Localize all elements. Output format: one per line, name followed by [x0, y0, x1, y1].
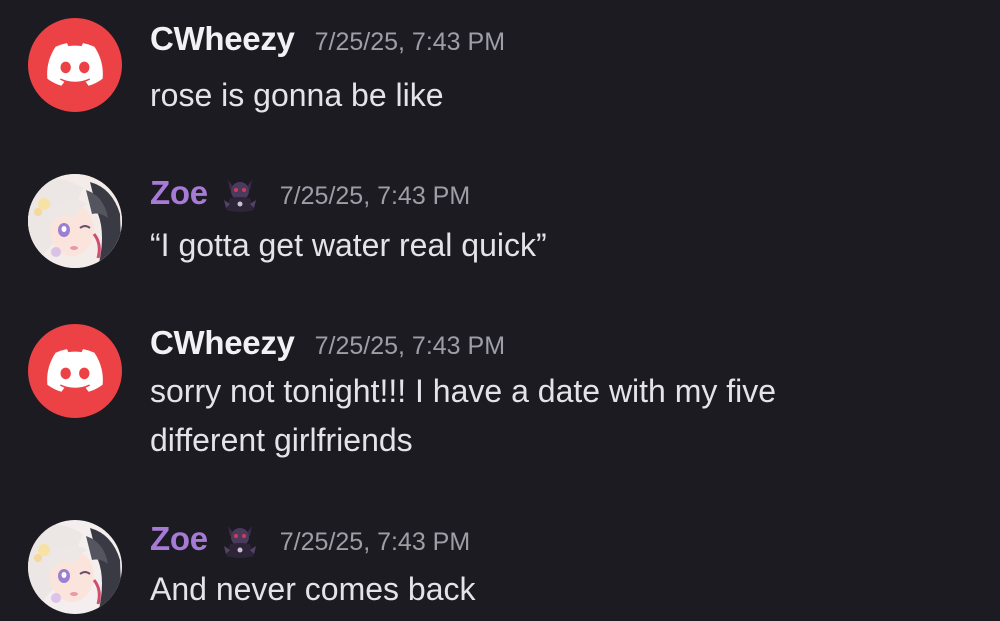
- message-line: sorry not tonight!!! I have a date with …: [150, 373, 777, 409]
- message-content: sorry not tonight!!! I have a date with …: [150, 367, 970, 465]
- message-header: Zoe 7/25/25, 7:43 PM: [150, 174, 470, 214]
- message-line: And never comes back: [150, 571, 476, 607]
- avatar[interactable]: [28, 174, 122, 268]
- avatar[interactable]: [28, 18, 122, 112]
- message-header: CWheezy 7/25/25, 7:43 PM: [150, 324, 505, 362]
- message-line: “I gotta get water real quick”: [150, 227, 547, 263]
- username[interactable]: CWheezy: [150, 20, 295, 58]
- message-header: CWheezy 7/25/25, 7:43 PM: [150, 20, 505, 58]
- username[interactable]: Zoe: [150, 174, 208, 212]
- anime-girl-avatar: [28, 174, 122, 268]
- timestamp: 7/25/25, 7:43 PM: [279, 528, 471, 556]
- username[interactable]: CWheezy: [150, 324, 295, 362]
- message-line: different girlfriends: [150, 422, 413, 458]
- anime-girl-avatar: [28, 520, 122, 614]
- timestamp: 7/25/25, 7:43 PM: [279, 182, 471, 210]
- message-content: rose is gonna be like: [150, 71, 970, 120]
- message-header: Zoe 7/25/25, 7:43 PM: [150, 520, 470, 560]
- timestamp: 7/25/25, 7:43 PM: [314, 28, 506, 56]
- username[interactable]: Zoe: [150, 520, 208, 558]
- message-content: “I gotta get water real quick”: [150, 221, 970, 270]
- avatar[interactable]: [28, 324, 122, 418]
- message-line: rose is gonna be like: [150, 77, 444, 113]
- discord-logo-icon: [47, 349, 103, 392]
- demon-chibi-badge-icon[interactable]: [220, 520, 260, 560]
- message-content: And never comes back: [150, 565, 970, 614]
- timestamp: 7/25/25, 7:43 PM: [314, 332, 506, 360]
- avatar[interactable]: [28, 520, 122, 614]
- demon-chibi-badge-icon[interactable]: [220, 174, 260, 214]
- discord-logo-icon: [47, 43, 103, 86]
